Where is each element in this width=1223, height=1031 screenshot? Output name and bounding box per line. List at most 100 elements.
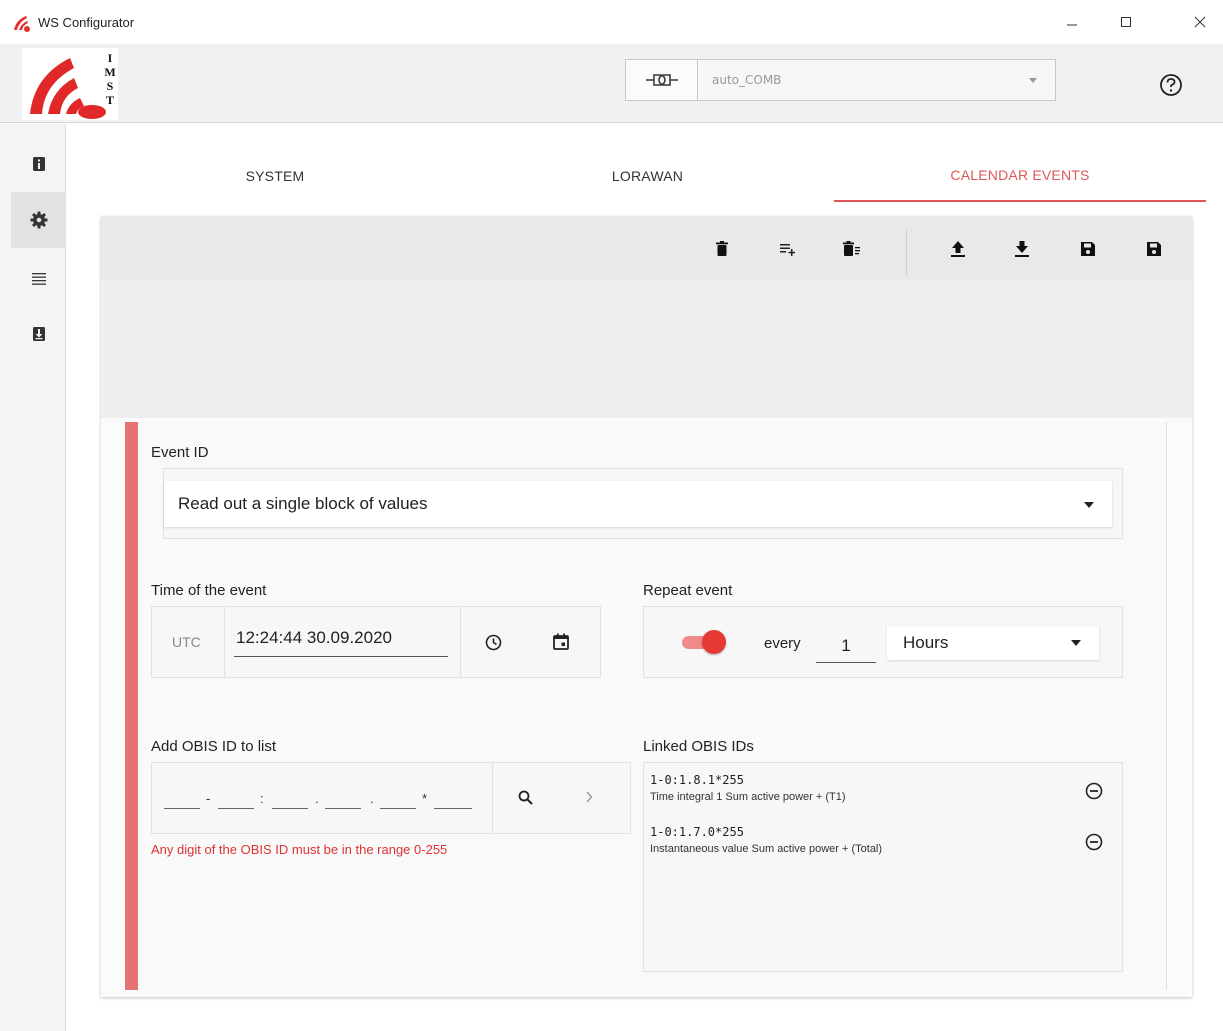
every-input[interactable]: 1: [816, 627, 876, 663]
every-label: every: [764, 635, 801, 652]
clock-icon[interactable]: [485, 634, 502, 651]
tab-system[interactable]: SYSTEM: [89, 150, 461, 202]
remove-circle-icon[interactable]: [1085, 782, 1103, 800]
delete-button[interactable]: [709, 236, 735, 262]
obis-field-b[interactable]: [218, 808, 254, 809]
sidebar: [0, 124, 66, 1031]
linked-obis-label: Linked OBIS IDs: [643, 738, 754, 755]
minimize-icon: [1067, 24, 1077, 26]
obis-error-message: Any digit of the OBIS ID must be in the …: [151, 842, 448, 857]
obis-field-c[interactable]: [272, 808, 308, 809]
sidebar-item-download[interactable]: [11, 306, 66, 362]
time-input[interactable]: 12:24:44 30.09.2020: [234, 625, 448, 657]
obis-input-box: - : . . *: [151, 762, 631, 834]
maximize-button[interactable]: [1106, 8, 1146, 36]
repeat-unit-select[interactable]: Hours: [887, 626, 1099, 660]
help-circle-icon[interactable]: [1158, 72, 1184, 98]
toolbar: [101, 216, 1192, 280]
linked-obis-id: 1-0:1.8.1*255: [650, 773, 744, 787]
close-icon: [1194, 16, 1206, 28]
upload-icon: [951, 241, 965, 257]
logo-letter: M: [104, 65, 115, 79]
calendar-icon[interactable]: [553, 633, 569, 650]
list-item[interactable]: 1-0:1.7.0*255 Instantaneous value Sum ac…: [644, 815, 1122, 863]
time-label: Time of the event: [151, 582, 267, 599]
download-box-icon: [32, 327, 45, 341]
obis-separator: .: [315, 791, 319, 806]
repeat-box: every 1 Hours: [643, 606, 1123, 678]
event-id-box: Read out a single block of values: [163, 468, 1123, 539]
port-selector: auto_COMB: [625, 59, 1056, 101]
time-value: 12:24:44 30.09.2020: [236, 628, 392, 647]
event-detail-panel: Event ID Read out a single block of valu…: [125, 422, 1167, 990]
app-header: I M S T auto_COMB: [0, 44, 1223, 123]
window-title: WS Configurator: [38, 15, 135, 30]
event-id-label: Event ID: [151, 444, 209, 461]
linked-obis-list: 1-0:1.8.1*255 Time integral 1 Sum active…: [643, 762, 1123, 972]
maximize-icon: [1121, 17, 1131, 27]
save-icon: [1081, 242, 1095, 256]
gear-icon: [30, 211, 47, 229]
toggle-thumb: [702, 630, 726, 654]
obis-field-d[interactable]: [325, 808, 361, 809]
close-button[interactable]: [1180, 8, 1220, 36]
delete-icon: [716, 241, 728, 256]
repeat-toggle[interactable]: [682, 629, 728, 655]
save-as-icon: [1147, 242, 1161, 256]
sidebar-item-settings[interactable]: [11, 192, 66, 248]
download-icon: [1015, 241, 1029, 257]
divider: [492, 763, 493, 833]
logo-letter: S: [107, 79, 114, 93]
remove-circle-icon[interactable]: [1085, 833, 1103, 851]
sidebar-item-info[interactable]: [11, 136, 66, 192]
add-to-list-icon: [780, 244, 795, 256]
time-box: UTC 12:24:44 30.09.2020: [151, 606, 601, 678]
delete-all-button[interactable]: [839, 236, 865, 262]
sidebar-item-list[interactable]: [11, 250, 66, 306]
obis-separator: *: [422, 791, 428, 806]
minimize-button[interactable]: [1052, 8, 1092, 36]
imst-logo: I M S T: [22, 48, 118, 120]
window-titlebar: WS Configurator: [0, 0, 1223, 44]
obis-field-e[interactable]: [380, 808, 416, 809]
events-list-area: [101, 280, 1192, 418]
divider: [224, 607, 225, 677]
obis-field-a[interactable]: [164, 808, 200, 809]
linked-obis-id: 1-0:1.7.0*255: [650, 825, 744, 839]
save-button[interactable]: [1075, 236, 1101, 262]
logo-letter: I: [108, 51, 113, 65]
list-item[interactable]: 1-0:1.8.1*255 Time integral 1 Sum active…: [644, 763, 1122, 811]
add-to-list-button[interactable]: [775, 236, 801, 262]
app-icon: [14, 16, 30, 32]
connect-button[interactable]: [626, 60, 698, 100]
tab-bar: SYSTEM LORAWAN CALENDAR EVENTS: [89, 150, 1206, 202]
linked-obis-description: Time integral 1 Sum active power + (T1): [650, 791, 846, 803]
calendar-events-card: Event ID Read out a single block of valu…: [101, 216, 1192, 997]
obis-separator: -: [206, 791, 211, 806]
download-button[interactable]: [1009, 236, 1035, 262]
footer-area: [66, 1005, 1223, 1031]
plug-connect-icon: [645, 74, 678, 86]
tab-lorawan[interactable]: LORAWAN: [461, 150, 834, 202]
info-icon: [32, 157, 45, 171]
obis-separator: :: [260, 791, 264, 806]
upload-button[interactable]: [945, 236, 971, 262]
obis-separator: .: [370, 791, 374, 806]
divider: [460, 607, 461, 677]
delete-all-icon: [843, 241, 860, 256]
chevron-down-icon: [1029, 78, 1037, 83]
search-icon[interactable]: [518, 790, 533, 805]
port-select[interactable]: auto_COMB: [712, 73, 781, 87]
logo-letter: T: [106, 93, 114, 107]
repeat-label: Repeat event: [643, 582, 733, 599]
chevron-down-icon: [1084, 502, 1094, 508]
chevron-right-icon[interactable]: [585, 791, 593, 803]
tab-calendar-events[interactable]: CALENDAR EVENTS: [834, 150, 1206, 202]
timezone-label: UTC: [172, 634, 201, 650]
event-id-select[interactable]: Read out a single block of values: [164, 481, 1112, 527]
obis-field-f[interactable]: [434, 808, 472, 809]
toolbar-divider: [906, 230, 907, 276]
event-id-value: Read out a single block of values: [178, 494, 428, 513]
save-as-button[interactable]: [1141, 236, 1167, 262]
selected-event-indicator: [125, 422, 138, 990]
